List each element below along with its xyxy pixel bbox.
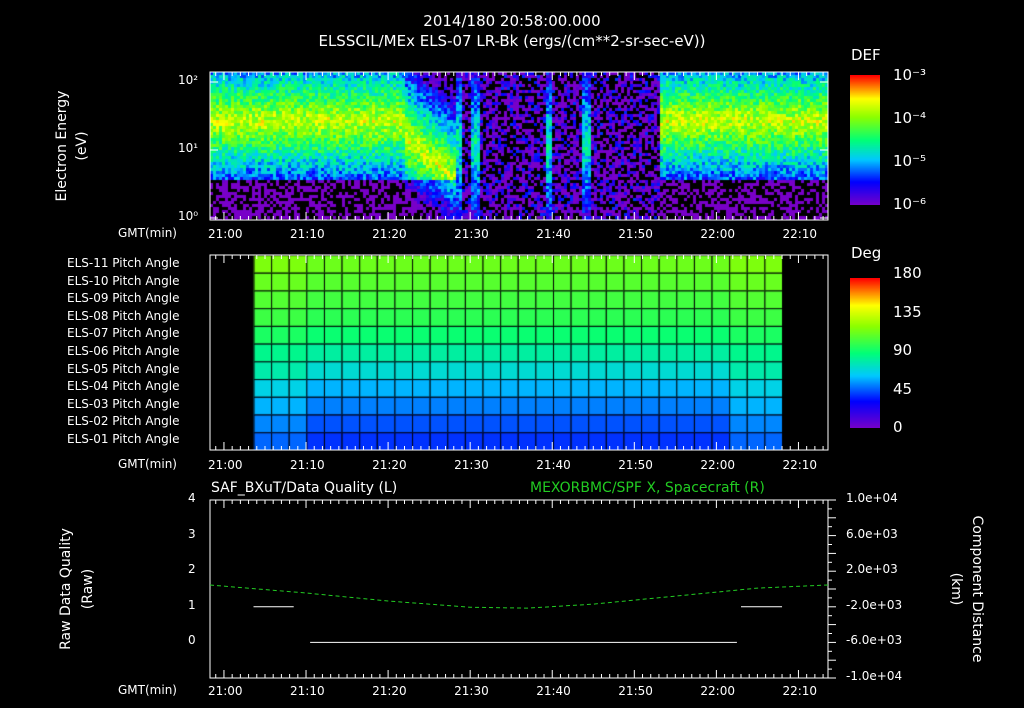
quality-frame: [209, 499, 829, 679]
x-tick-label: 21:20: [372, 458, 407, 472]
colorbar-label: 135: [893, 302, 922, 321]
x-tick-label: 21:50: [618, 458, 653, 472]
colorbar-label: 10⁻⁵: [893, 152, 927, 170]
x-tick-label: 21:30: [454, 684, 489, 698]
y-tick-label: 10¹: [178, 141, 199, 155]
x-tick-label: 22:00: [700, 458, 735, 472]
x-tick-label: 21:50: [618, 684, 653, 698]
x-axis-label: GMT(min): [118, 683, 177, 697]
x-tick-label: 22:00: [700, 227, 735, 241]
x-tick-label: 21:20: [372, 227, 407, 241]
x-tick-label: 21:20: [372, 684, 407, 698]
y-right-axis-label: (km): [948, 572, 964, 606]
y-right-tick-label: -6.0e+03: [846, 633, 903, 648]
colorbar-label: 0: [893, 418, 903, 436]
colorbar-label: 10⁻³: [893, 66, 927, 84]
colorbar-label: 10⁻⁴: [893, 109, 927, 127]
y-right-tick-label: -1.0e+04: [846, 669, 903, 683]
right-title: MEXORBMC/SPF X, Spacecraft (R): [530, 480, 765, 496]
x-tick-label: 22:10: [782, 684, 818, 698]
x-tick-label: 21:10: [290, 458, 325, 472]
y-axis-label: Electron Energy: [54, 90, 70, 202]
x-tick-label: 21:30: [454, 458, 489, 472]
row-label: ELS-07 Pitch Angle: [67, 326, 180, 341]
y-left-tick-label: 4: [188, 491, 196, 505]
y-right-tick-label: 6.0e+03: [846, 526, 898, 541]
x-tick-label: 22:00: [700, 684, 735, 698]
x-tick-label: 21:10: [290, 684, 325, 698]
x-tick-label: 22:10: [782, 227, 818, 241]
y-left-tick-label: 2: [188, 562, 196, 577]
row-label: ELS-10 Pitch Angle: [67, 273, 180, 288]
y-right-tick-label: 1.0e+04: [846, 491, 898, 505]
y-tick-label: 10⁰: [178, 209, 199, 223]
x-tick-label: 21:40: [536, 684, 571, 698]
colorbar-label: 180: [893, 264, 922, 282]
left-title: SAF_BXuT/Data Quality (L): [211, 480, 398, 496]
x-tick-label: 22:10: [782, 458, 818, 472]
y-right-tick-label: -2.0e+03: [846, 597, 903, 612]
row-label: ELS-11 Pitch Angle: [67, 256, 180, 270]
x-tick-label: 21:50: [618, 227, 653, 241]
pitch-angle-frame: [209, 254, 829, 451]
row-label: ELS-06 Pitch Angle: [67, 344, 180, 358]
y-tick-label: 10²: [178, 73, 199, 87]
row-label: ELS-02 Pitch Angle: [67, 414, 180, 429]
colorbar-label: 45: [893, 379, 913, 398]
row-label: ELS-09 Pitch Angle: [67, 291, 180, 306]
colorbar-title: Deg: [851, 244, 882, 262]
colorbar-title: DEF: [851, 46, 881, 64]
y-left-tick-label: 3: [188, 526, 196, 541]
y-right-tick-label: 2.0e+03: [846, 562, 898, 577]
row-label: ELS-03 Pitch Angle: [67, 396, 180, 411]
x-tick-label: 21:30: [454, 227, 489, 241]
row-label: ELS-08 Pitch Angle: [67, 308, 180, 323]
y-left-tick-label: 1: [188, 597, 196, 612]
x-axis-label: GMT(min): [118, 226, 177, 240]
y-left-axis-label: (Raw): [80, 568, 96, 610]
y-right-axis-label: Component Distance: [969, 515, 985, 663]
x-tick-label: 21:00: [207, 458, 243, 472]
spectrogram-frame: [209, 71, 829, 221]
x-tick-label: 21:40: [536, 458, 571, 472]
x-tick-label: 21:00: [207, 227, 243, 241]
x-axis-label: GMT(min): [118, 457, 177, 471]
row-label: ELS-04 Pitch Angle: [67, 379, 180, 394]
row-label: ELS-05 Pitch Angle: [67, 361, 180, 376]
colorbar-label: 90: [893, 341, 913, 359]
spf-x-line: [209, 584, 829, 609]
y-axis-label: (eV): [74, 131, 90, 161]
x-tick-label: 21:00: [207, 684, 243, 698]
row-label: ELS-01 Pitch Angle: [67, 432, 180, 446]
x-tick-label: 21:40: [536, 227, 571, 241]
y-left-tick-label: 0: [188, 633, 196, 648]
colorbar-label: 10⁻⁶: [893, 195, 927, 213]
y-left-axis-label: Raw Data Quality: [58, 528, 74, 650]
x-tick-label: 21:10: [290, 227, 325, 241]
